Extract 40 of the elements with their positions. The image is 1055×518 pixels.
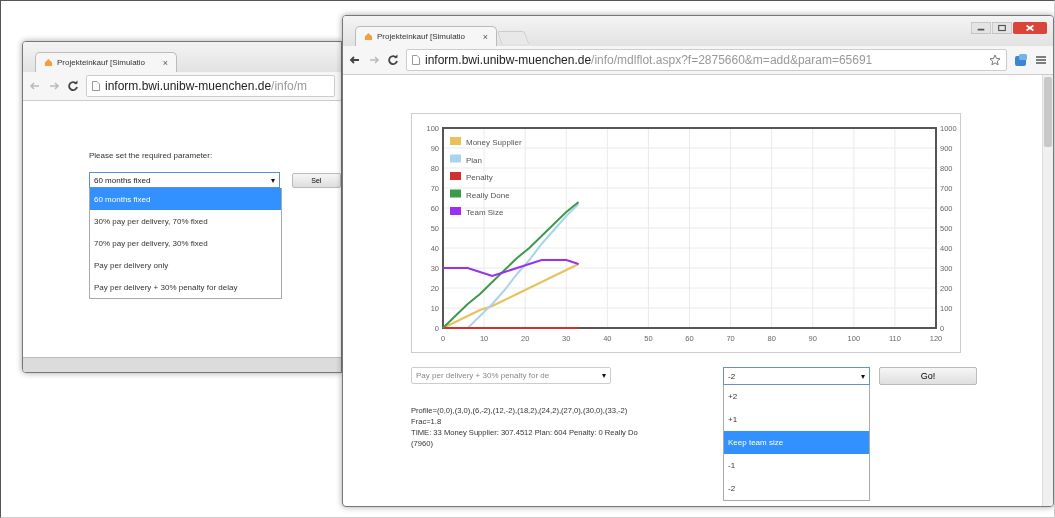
- browser-tab[interactable]: Projekteinkauf [Simulatio ×: [35, 52, 177, 72]
- go-button[interactable]: Go!: [879, 367, 977, 385]
- close-icon[interactable]: [1013, 22, 1047, 34]
- dropdown-option[interactable]: Pay per delivery only: [90, 254, 281, 276]
- tab-title: Projekteinkauf [Simulatio: [57, 58, 146, 67]
- legend-label: Plan: [466, 155, 482, 165]
- prompt-text: Please set the required parameter:: [89, 151, 214, 160]
- star-icon[interactable]: [989, 54, 1001, 66]
- minimize-icon[interactable]: [971, 22, 991, 34]
- address-bar[interactable]: inform.bwi.unibw-muenchen.de/info/mdlflot.aspx?f=2875660&m=add&param=65691: [406, 49, 1007, 71]
- dropdown-option[interactable]: +2: [724, 385, 869, 408]
- legend-label: Money Supplier: [466, 138, 522, 147]
- select-field[interactable]: 60 months fixed ▾: [89, 172, 280, 188]
- reload-icon[interactable]: [67, 80, 79, 92]
- back-icon[interactable]: [349, 54, 361, 66]
- scrollbar[interactable]: [1042, 75, 1053, 506]
- browser-tab[interactable]: Projekteinkauf [Simulatio ×: [355, 26, 497, 46]
- dropdown-option[interactable]: -1: [724, 454, 869, 477]
- dropdown-option[interactable]: -2: [724, 477, 869, 500]
- house-icon: [44, 58, 53, 67]
- tab-title: Projekteinkauf [Simulatio: [377, 32, 466, 41]
- legend-label: Really Done: [466, 190, 510, 200]
- menu-icon[interactable]: [1035, 54, 1047, 66]
- dropdown-option[interactable]: +1: [724, 408, 869, 431]
- close-tab-button[interactable]: ×: [482, 31, 488, 42]
- scroll-thumb[interactable]: [1044, 77, 1052, 147]
- address-bar[interactable]: inform.bwi.unibw-muenchen.de/info/m: [86, 75, 335, 97]
- reload-icon[interactable]: [387, 54, 399, 66]
- extension-icon[interactable]: [1014, 53, 1028, 67]
- maximize-icon[interactable]: [992, 22, 1012, 34]
- dropdown-option[interactable]: 30% pay per delivery, 70% fixed: [90, 210, 281, 232]
- legend-label: Penalty: [466, 173, 493, 182]
- select-field[interactable]: -2 ▾: [723, 367, 870, 385]
- page-icon: [92, 81, 100, 91]
- legend-label: Team Size: [466, 208, 504, 217]
- house-icon: [364, 32, 373, 41]
- page-icon: [412, 55, 420, 65]
- dropdown-option[interactable]: Pay per delivery + 30% penalty for delay: [90, 276, 281, 298]
- dropdown-option[interactable]: 70% pay per delivery, 30% fixed: [90, 232, 281, 254]
- close-tab-button[interactable]: ×: [162, 57, 168, 68]
